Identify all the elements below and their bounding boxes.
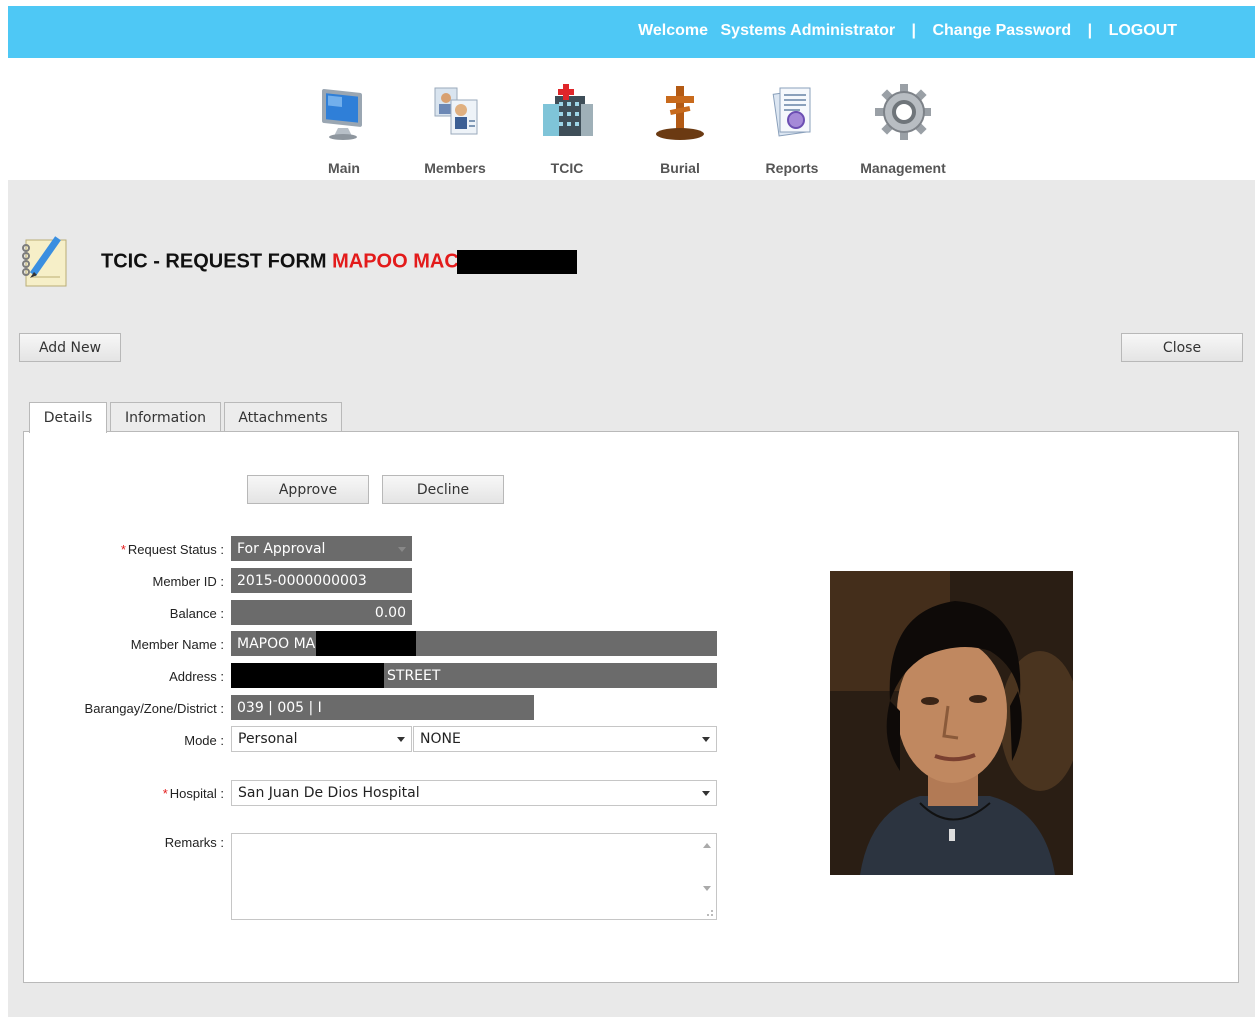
hospital-label: * Hospital : [162,786,224,801]
main-nav: Main Members TCIC Burial Reports Managem… [0,58,1255,180]
chevron-down-icon [702,791,710,796]
request-status-value: For Approval [237,540,326,557]
separator: | [1087,22,1093,39]
resize-grip-icon[interactable] [707,910,713,916]
user-name: Systems Administrator [720,22,896,39]
nav-item-reports[interactable]: Reports [742,82,842,176]
required-mark: * [120,542,126,557]
welcome-text: Welcome [638,22,709,39]
details-panel: Approve Decline * Request Status : For Ap… [23,431,1239,983]
scroll-up-icon[interactable] [703,843,711,848]
required-mark: * [162,786,168,801]
tab-attachments[interactable]: Attachments [224,402,342,432]
mode-value: Personal [238,731,298,747]
member-id-field: 2015-0000000003 [231,568,412,593]
balance-field: 0.00 [231,600,412,625]
gear-icon [875,84,931,140]
nav-label: Members [424,160,486,176]
tab-information[interactable]: Information [110,402,221,432]
nav-item-burial[interactable]: Burial [630,82,730,176]
nav-label: Main [328,160,360,176]
scroll-down-icon[interactable] [703,886,711,891]
tab-details[interactable]: Details [29,402,107,433]
separator: | [911,22,917,39]
nav-label: Burial [660,160,700,176]
redaction-block [231,663,384,688]
mode-select[interactable]: Personal [231,726,412,752]
mode-sub-value: NONE [420,731,461,747]
reports-icon [772,87,811,137]
nav-label: TCIC [550,160,584,176]
title-prefix: TCIC - REQUEST FORM [101,250,327,273]
mode-label: Mode : [184,733,224,748]
chevron-down-icon [398,547,406,552]
nav-label: Management [860,160,946,176]
close-button[interactable]: Close [1121,333,1243,362]
nav-item-members[interactable]: Members [405,82,505,176]
chevron-down-icon [702,737,710,742]
change-password-link[interactable]: Change Password [932,22,1071,39]
remarks-textarea[interactable] [231,833,717,920]
hospital-icon [543,84,593,136]
scrollbar[interactable] [698,834,716,919]
members-icon [434,87,478,135]
page-title: TCIC - REQUEST FORM MAPOO MAC [101,250,577,274]
redaction-block [456,250,577,274]
monitor-icon [322,89,362,140]
balance-label: Balance : [169,606,224,621]
request-status-label: * Request Status : [120,542,224,557]
decline-button[interactable]: Decline [382,475,504,504]
address-value: STREET [387,667,441,684]
logout-link[interactable]: LOGOUT [1109,22,1177,39]
barangay-label: Barangay/Zone/District : [84,701,224,716]
mode-sub-select[interactable]: NONE [413,726,717,752]
top-bar: Welcome Systems Administrator | Change P… [8,6,1255,58]
hospital-value: San Juan De Dios Hospital [238,785,420,801]
member-name-label: Member Name : [130,637,224,652]
request-status-select[interactable]: For Approval [231,536,412,561]
header-links: Welcome Systems Administrator | Change P… [638,22,1177,40]
member-photo [830,571,1073,875]
nav-item-management[interactable]: Management [853,82,953,176]
chevron-down-icon [397,737,405,742]
remarks-label: Remarks : [164,835,224,850]
nav-label: Reports [765,160,819,176]
notepad-pencil-icon [22,236,67,287]
content-area: TCIC - REQUEST FORM MAPOO MAC Add New Cl… [8,180,1255,1017]
address-label: Address : [169,669,224,684]
barangay-field: 039 | 005 | I [231,695,534,720]
nav-item-main[interactable]: Main [294,82,394,176]
hospital-select[interactable]: San Juan De Dios Hospital [231,780,717,806]
address-field: STREET [231,663,717,688]
cross-icon [656,86,704,140]
redaction-block [316,631,416,656]
nav-item-tcic[interactable]: TCIC [517,82,617,176]
member-name-field: MAPOO MA [231,631,717,656]
title-member-name: MAPOO MAC [332,250,459,273]
member-name-value: MAPOO MA [237,635,316,652]
add-new-button[interactable]: Add New [19,333,121,362]
approve-button[interactable]: Approve [247,475,369,504]
member-id-label: Member ID : [152,574,224,589]
